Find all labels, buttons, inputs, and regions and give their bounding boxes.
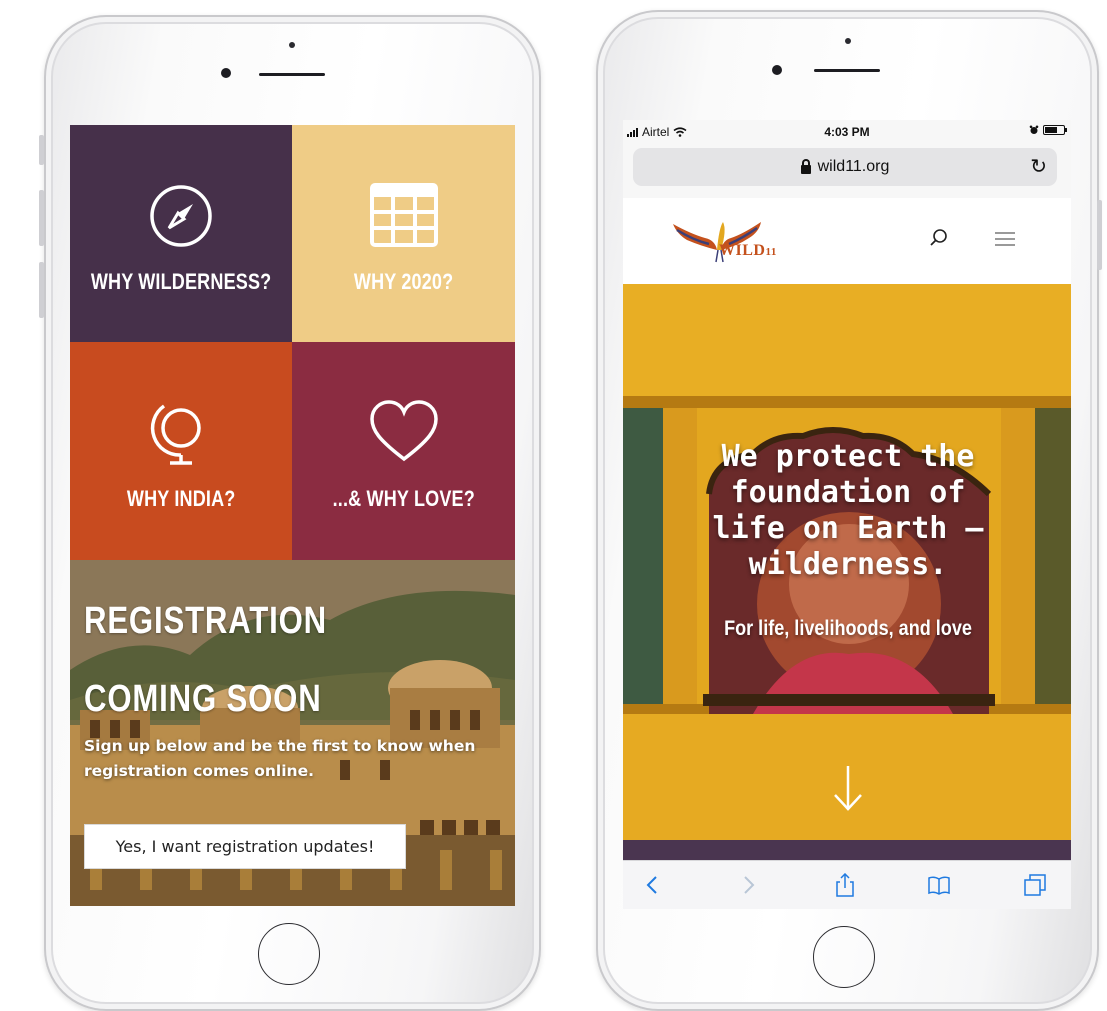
url-text: wild11.org xyxy=(817,158,890,175)
tile-why-love[interactable]: ...& WHY LOVE? xyxy=(292,342,515,560)
registration-banner: REGISTRATION COMING SOON Sign up below a… xyxy=(70,560,515,906)
address-bar[interactable]: wild11.org ↻ xyxy=(633,148,1057,186)
volume-up-button xyxy=(39,190,44,246)
alarm-icon xyxy=(1029,125,1039,134)
front-camera xyxy=(772,65,782,75)
power-button xyxy=(1097,200,1102,270)
next-section-strip xyxy=(623,840,1071,860)
hero-subtitle: For life, livelihoods, and love xyxy=(724,617,972,640)
tile-label: WHY 2020? xyxy=(353,268,454,294)
logo-suffix: 11 xyxy=(765,246,777,258)
registration-subtitle: Sign up below and be the first to know w… xyxy=(84,737,476,780)
left-phone-screen: WHY WILDERNESS? WHY 2020? WHY INDIA? ...… xyxy=(70,125,515,906)
tile-label: WHY WILDERNESS? xyxy=(90,268,272,294)
registration-updates-button[interactable]: Yes, I want registration updates! xyxy=(84,824,406,869)
hero-section: We protect the foundation of life on Ear… xyxy=(623,284,1071,840)
battery-icon xyxy=(1043,125,1067,135)
home-button xyxy=(258,923,320,985)
logo-text: WILD11 xyxy=(719,242,777,260)
mute-switch xyxy=(39,135,44,165)
site-header: WILD11 xyxy=(623,198,1071,284)
logo-word: WILD xyxy=(719,242,766,259)
proximity-sensor xyxy=(289,42,295,48)
back-icon[interactable] xyxy=(641,873,665,897)
registration-title: REGISTRATION COMING SOON xyxy=(84,600,327,720)
volume-down-button xyxy=(39,262,44,318)
tile-why-wilderness[interactable]: WHY WILDERNESS? xyxy=(70,125,292,342)
bookmarks-icon[interactable] xyxy=(927,873,951,897)
hero-title: We protect the foundation of life on Ear… xyxy=(712,439,984,582)
browser-toolbar xyxy=(623,860,1071,909)
tile-label: ...& WHY LOVE? xyxy=(332,486,475,511)
reload-icon[interactable]: ↻ xyxy=(1030,154,1047,179)
proximity-sensor xyxy=(845,38,851,44)
heart-icon xyxy=(369,400,438,462)
status-bar: Airtel 4:03 PM xyxy=(623,120,1071,144)
tabs-icon[interactable] xyxy=(1023,873,1047,897)
earpiece-speaker xyxy=(259,73,325,76)
home-button xyxy=(813,926,875,988)
address-bar-area: wild11.org ↻ xyxy=(623,144,1071,198)
forward-icon[interactable] xyxy=(736,873,760,897)
calendar-grid-icon xyxy=(369,182,438,247)
globe-icon xyxy=(150,404,201,465)
status-right-icons xyxy=(1029,125,1067,135)
earpiece-speaker xyxy=(814,69,880,72)
tile-why-2020[interactable]: WHY 2020? xyxy=(292,125,515,342)
tile-why-india[interactable]: WHY INDIA? xyxy=(70,342,292,560)
hamburger-menu-icon[interactable] xyxy=(995,232,1015,246)
compass-icon xyxy=(150,184,212,247)
scroll-down-arrow-icon[interactable] xyxy=(831,764,865,812)
search-icon[interactable] xyxy=(929,228,949,248)
status-time: 4:03 PM xyxy=(824,125,870,139)
share-icon[interactable] xyxy=(833,873,857,897)
right-phone-screen: Airtel 4:03 PM wild11.org ↻ WILD11 We pr… xyxy=(623,120,1071,909)
lock-icon xyxy=(800,158,811,174)
front-camera xyxy=(221,68,231,78)
tile-label: WHY INDIA? xyxy=(126,486,236,511)
